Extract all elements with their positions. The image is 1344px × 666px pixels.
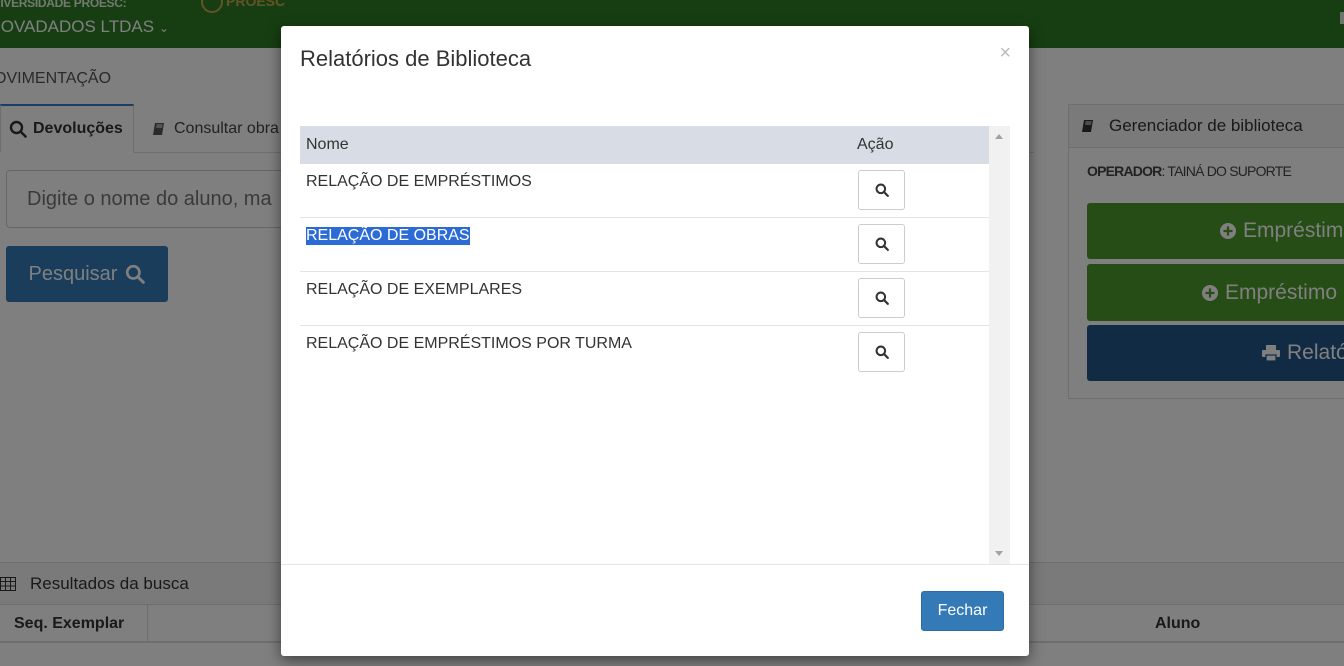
- reports-table: Nome Ação RELAÇÃO DE EMPRÉSTIMOS RELAÇÃO…: [300, 126, 989, 380]
- report-name: RELAÇÃO DE EMPRÉSTIMOS POR TURMA: [306, 335, 632, 352]
- modal-footer: Fechar: [281, 564, 1029, 656]
- search-icon: [875, 183, 889, 197]
- view-report-button[interactable]: [858, 278, 905, 318]
- table-row: RELAÇÃO DE EMPRÉSTIMOS POR TURMA: [300, 326, 989, 380]
- view-report-button[interactable]: [858, 224, 905, 264]
- reports-modal: Relatórios de Biblioteca × Nome Ação REL…: [281, 26, 1029, 656]
- table-row: RELAÇÃO DE EMPRÉSTIMOS: [300, 164, 989, 218]
- column-acao: Ação: [857, 136, 894, 153]
- scrollbar[interactable]: [989, 126, 1010, 564]
- reports-table-header: Nome Ação: [300, 126, 989, 164]
- table-row: RELAÇÃO DE EXEMPLARES: [300, 272, 989, 326]
- scroll-down-icon[interactable]: [995, 551, 1003, 556]
- column-nome: Nome: [306, 136, 349, 153]
- scroll-up-icon[interactable]: [995, 134, 1003, 139]
- close-icon[interactable]: ×: [999, 42, 1011, 65]
- search-icon: [875, 237, 889, 251]
- report-name: RELAÇÃO DE EXEMPLARES: [306, 281, 523, 298]
- report-name: RELAÇÃO DE OBRAS: [306, 227, 470, 245]
- modal-title: Relatórios de Biblioteca: [300, 46, 532, 71]
- view-report-button[interactable]: [858, 170, 905, 210]
- reports-table-container: Nome Ação RELAÇÃO DE EMPRÉSTIMOS RELAÇÃO…: [300, 126, 1010, 564]
- fechar-button[interactable]: Fechar: [921, 591, 1004, 631]
- report-name: RELAÇÃO DE EMPRÉSTIMOS: [306, 173, 532, 190]
- search-icon: [875, 291, 889, 305]
- search-icon: [875, 345, 889, 359]
- table-row: RELAÇÃO DE OBRAS: [300, 218, 989, 272]
- view-report-button[interactable]: [858, 332, 905, 372]
